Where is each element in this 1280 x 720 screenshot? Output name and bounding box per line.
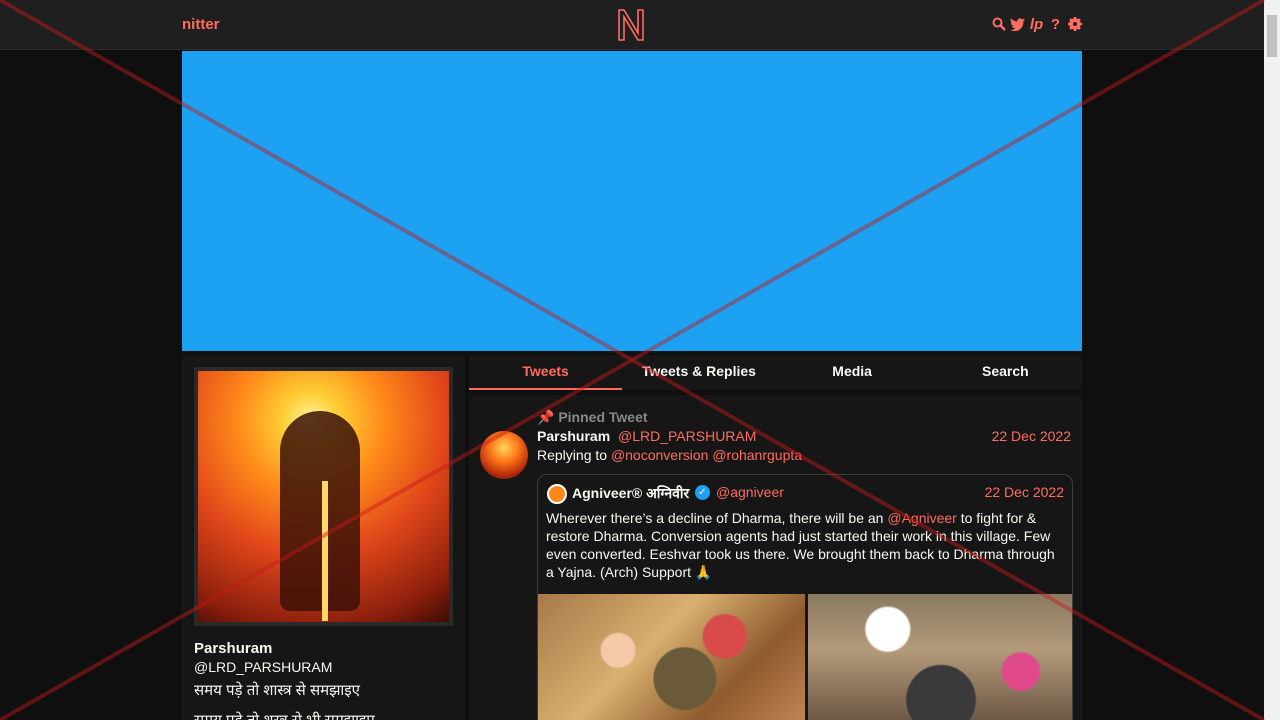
scrollbar[interactable] (1264, 0, 1280, 720)
tweet-username[interactable]: @LRD_PARSHURAM (618, 428, 756, 444)
pinned-label: 📌 Pinned Tweet (537, 409, 648, 425)
avatar-image (198, 371, 449, 622)
tab-tweets[interactable]: Tweets (469, 355, 623, 390)
lp-icon[interactable]: lp (1029, 15, 1044, 33)
tweet-date[interactable]: 22 Dec 2022 (992, 428, 1071, 444)
profile-banner[interactable] (182, 51, 1082, 351)
search-icon[interactable] (991, 15, 1006, 33)
quote-fullname[interactable]: Agniveer® अग्निवीर (572, 484, 689, 503)
nav-icons: lp ? (991, 15, 1082, 33)
verified-badge-icon: ✓ (695, 485, 710, 500)
quote-text: Wherever there’s a decline of Dharma, th… (546, 510, 1055, 580)
nitter-logo-icon[interactable] (615, 7, 647, 43)
quote-username[interactable]: @agniveer (716, 484, 784, 500)
profile-name: Parshuram (194, 640, 273, 657)
pin-icon: 📌 (537, 409, 555, 425)
quote-media (538, 594, 1072, 720)
navbar: nitter lp ? (0, 0, 1264, 50)
profile-bio: समय पड़े तो शास्त्र से समझाइए (194, 682, 360, 699)
reply-mention-link[interactable]: @noconversion (611, 447, 709, 463)
help-icon[interactable]: ? (1048, 15, 1063, 33)
tab-media[interactable]: Media (776, 355, 929, 390)
brand-link[interactable]: nitter (182, 16, 220, 33)
reply-mention-link[interactable]: @rohanrgupta (712, 447, 802, 463)
quoted-tweet[interactable]: Agniveer® अग्निवीर ✓ @agniveer 22 Dec 20… (537, 474, 1073, 720)
profile-card: Parshuram @LRD_PARSHURAM समय पड़े तो शास… (182, 355, 465, 720)
media-image[interactable] (807, 594, 1072, 720)
gear-icon[interactable] (1067, 15, 1082, 33)
mention-link[interactable]: @Agniveer (887, 510, 956, 526)
tweet-avatar[interactable] (480, 431, 528, 479)
tab-search[interactable]: Search (929, 355, 1082, 390)
quote-avatar[interactable] (547, 484, 567, 504)
quote-date[interactable]: 22 Dec 2022 (985, 484, 1064, 500)
replying-to: Replying to @noconversion @rohanrgupta (537, 447, 803, 463)
profile-bio-line2: समय पड़े तो शस्त्र से भी समझाइए (194, 710, 375, 720)
profile-handle[interactable]: @LRD_PARSHURAM (194, 659, 332, 675)
profile-avatar[interactable] (194, 367, 453, 626)
timeline-tabs: Tweets Tweets & Replies Media Search (469, 355, 1082, 390)
tweet-fullname[interactable]: Parshuram (537, 428, 610, 444)
twitter-bird-icon[interactable] (1010, 15, 1025, 33)
timeline: 📌 Pinned Tweet Parshuram @LRD_PARSHURAM … (469, 395, 1082, 720)
scrollbar-thumb[interactable] (1267, 15, 1277, 57)
media-image[interactable] (538, 594, 805, 720)
tab-tweets-replies[interactable]: Tweets & Replies (622, 355, 775, 390)
